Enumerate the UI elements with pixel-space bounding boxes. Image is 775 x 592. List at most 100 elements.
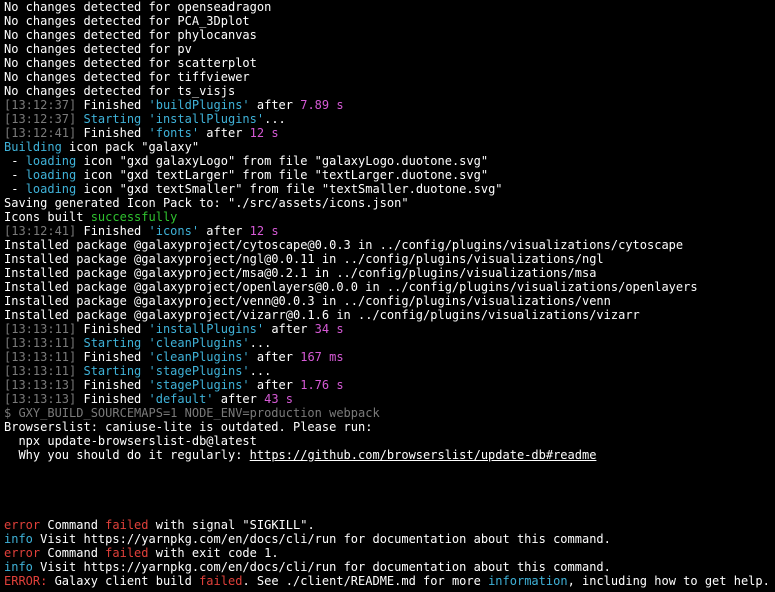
line-text: Visit https://yarnpkg.com/en/docs/cli/ru…: [32, 560, 611, 574]
line-text: Command: [40, 546, 106, 560]
timestamp: [13:12:37]: [4, 98, 77, 112]
line-text: Finished: [76, 98, 149, 112]
line-text: Icons built: [4, 210, 91, 224]
error-label: failed: [105, 518, 149, 532]
terminal-line: No changes detected for openseadragon: [4, 0, 771, 14]
readme-link[interactable]: https://github.com/browserslist/update-d…: [250, 448, 597, 462]
line-text: No changes detected for scatterplot: [4, 56, 257, 70]
line-text: , including how to get help.: [567, 574, 770, 588]
terminal-line: Installed package @galaxyproject/msa@0.2…: [4, 266, 771, 280]
line-text: Finished: [76, 392, 149, 406]
terminal-line: info Visit https://yarnpkg.com/en/docs/c…: [4, 532, 771, 546]
terminal-line: [13:13:11] Finished 'cleanPlugins' after…: [4, 350, 771, 364]
highlight-text: 'buildPlugins': [148, 98, 250, 112]
line-text: Finished: [76, 378, 149, 392]
terminal-line: No changes detected for PCA_3Dplot: [4, 14, 771, 28]
line-text: with signal "SIGKILL".: [148, 518, 315, 532]
line-text: after: [249, 98, 301, 112]
highlight-text: 'fonts': [148, 126, 200, 140]
line-text: Installed package @galaxyproject/venn@0.…: [4, 294, 611, 308]
error-label: failed: [105, 546, 149, 560]
line-text: Why you should do it regularly:: [4, 448, 250, 462]
line-text: after: [249, 378, 301, 392]
line-text: after: [264, 322, 315, 336]
highlight-text: information: [488, 574, 568, 588]
terminal-line: No changes detected for scatterplot: [4, 56, 771, 70]
highlight-text: loading: [25, 154, 77, 168]
terminal-line: [13:13:13] Finished 'default' after 43 s: [4, 392, 771, 406]
line-text: Installed package @galaxyproject/openlay…: [4, 280, 698, 294]
duration: 43 s: [264, 392, 294, 406]
line-text: No changes detected for openseadragon: [4, 0, 272, 14]
line-text: Installed package @galaxyproject/cytosca…: [4, 238, 684, 252]
terminal-line: Browserslist: caniuse-lite is outdated. …: [4, 420, 771, 434]
line-text: Saving generated Icon Pack to: "./src/as…: [4, 196, 409, 210]
error-label: ERROR:: [4, 574, 48, 588]
timestamp: [13:13:11]: [4, 350, 77, 364]
timestamp: [13:13:11]: [4, 336, 77, 350]
terminal-line: [13:12:41] Finished 'fonts' after 12 s: [4, 126, 771, 140]
line-text: icon "gxd galaxyLogo" from file "galaxyL…: [76, 154, 489, 168]
highlight-text: 'cleanPlugins': [148, 336, 250, 350]
terminal-line: No changes detected for ts_visjs: [4, 84, 771, 98]
terminal-line: Installed package @galaxyproject/openlay…: [4, 280, 771, 294]
highlight-text: info: [4, 560, 33, 574]
line-text: No changes detected for phylocanvas: [4, 28, 257, 42]
terminal-line: error Command failed with exit code 1.: [4, 546, 771, 560]
highlight-text: 'installPlugins': [148, 112, 265, 126]
timestamp: [13:12:41]: [4, 126, 77, 140]
highlight-text: loading: [25, 168, 77, 182]
duration: 12 s: [249, 126, 279, 140]
line-text: -: [4, 168, 26, 182]
line-text: after: [249, 350, 301, 364]
timestamp: [13:13:11]: [4, 364, 77, 378]
terminal-line: No changes detected for phylocanvas: [4, 28, 771, 42]
line-text: after: [199, 224, 250, 238]
line-text: Finished: [76, 350, 149, 364]
line-text: icon "gxd textSmaller" from file "textSm…: [76, 182, 503, 196]
line-text: with exit code 1.: [148, 546, 279, 560]
line-text: Visit https://yarnpkg.com/en/docs/cli/ru…: [32, 532, 611, 546]
terminal-line: info Visit https://yarnpkg.com/en/docs/c…: [4, 560, 771, 574]
line-text: after: [213, 392, 265, 406]
highlight-text: 'cleanPlugins': [148, 350, 250, 364]
terminal-line: [13:12:41] Finished 'icons' after 12 s: [4, 224, 771, 238]
line-text: -: [4, 154, 26, 168]
highlight-text: 'default': [148, 392, 214, 406]
timestamp: [13:13:11]: [4, 322, 77, 336]
line-text: icon "gxd textLarger" from file "textLar…: [76, 168, 489, 182]
error-label: error: [4, 546, 41, 560]
highlight-text: 'icons': [148, 224, 200, 238]
terminal-line: $ GXY_BUILD_SOURCEMAPS=1 NODE_ENV=produc…: [4, 406, 771, 420]
line-text: ...: [249, 336, 272, 350]
terminal-line: [13:13:11] Finished 'installPlugins' aft…: [4, 322, 771, 336]
terminal-line: Icons built successfully: [4, 210, 771, 224]
line-text: icon pack "galaxy": [61, 140, 200, 154]
line-text: No changes detected for ts_visjs: [4, 84, 236, 98]
highlight-text: Starting: [76, 364, 149, 378]
command-text: $ GXY_BUILD_SOURCEMAPS=1 NODE_ENV=produc…: [4, 406, 380, 420]
terminal-output[interactable]: No changes detected for openseadragon No …: [0, 0, 775, 592]
line-text: Browserslist: caniuse-lite is outdated. …: [4, 420, 373, 434]
highlight-text: info: [4, 532, 33, 546]
duration: 12 s: [249, 224, 279, 238]
success-label: successfully: [90, 210, 178, 224]
line-text: -: [4, 182, 26, 196]
highlight-text: 'stagePlugins': [148, 364, 250, 378]
error-label: error: [4, 518, 41, 532]
line-text: Galaxy client build: [47, 574, 200, 588]
terminal-line: [13:13:11] Starting 'cleanPlugins'...: [4, 336, 771, 350]
line-text: . See ./client/README.md for more: [242, 574, 489, 588]
line-text: Finished: [76, 126, 149, 140]
line-text: after: [199, 126, 250, 140]
highlight-text: 'installPlugins': [148, 322, 265, 336]
terminal-line: [13:12:37] Starting 'installPlugins'...: [4, 112, 771, 126]
line-text: Finished: [76, 224, 149, 238]
line-text: Installed package @galaxyproject/msa@0.2…: [4, 266, 597, 280]
terminal-line: Why you should do it regularly: https://…: [4, 448, 771, 462]
terminal-line: error Command failed with signal "SIGKIL…: [4, 518, 771, 532]
highlight-text: loading: [25, 182, 77, 196]
line-text: ...: [264, 112, 286, 126]
